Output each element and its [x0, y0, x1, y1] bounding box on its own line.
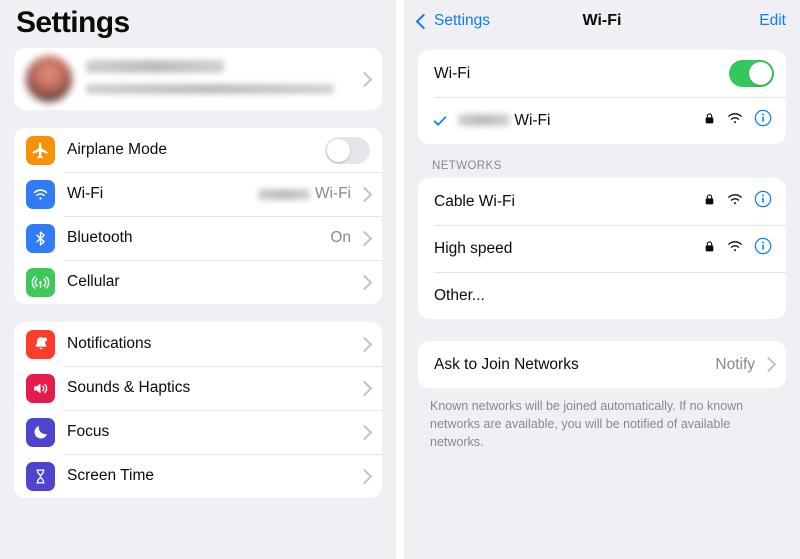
lock-icon [703, 111, 716, 131]
bell-icon [26, 329, 55, 359]
chevron-right-icon [356, 230, 373, 246]
settings-row-wifi[interactable]: Wi-Fi Wi-Fi [14, 172, 382, 216]
wifi-toggle-label: Wi-Fi [434, 64, 471, 82]
checkmark-icon [432, 113, 448, 129]
chevron-right-icon [356, 186, 373, 202]
wifi-toggle[interactable] [729, 60, 774, 87]
ask-to-join-value: Notify [715, 355, 755, 373]
network-row-high-speed[interactable]: High speed [418, 225, 786, 272]
settings-row-airplane-mode[interactable]: Airplane Mode [14, 128, 382, 172]
chevron-right-icon [356, 71, 373, 87]
chevron-left-icon [415, 13, 432, 29]
connected-network-row[interactable]: Wi-Fi [418, 97, 786, 144]
hourglass-icon [26, 461, 55, 491]
settings-row-sounds-haptics[interactable]: Sounds & Haptics [14, 366, 382, 410]
back-button-label: Settings [434, 12, 491, 29]
toggle-knob [327, 138, 350, 162]
network-row-cable-wifi[interactable]: Cable Wi-Fi [418, 178, 786, 225]
settings-row-label: Cellular [67, 273, 120, 290]
settings-row-label: Wi-Fi [67, 185, 104, 202]
settings-row-cellular[interactable]: Cellular [14, 260, 382, 304]
wifi-toggle-row[interactable]: Wi-Fi [418, 50, 786, 97]
airplane-mode-toggle[interactable] [325, 136, 370, 164]
chevron-right-icon [760, 356, 777, 373]
edit-button[interactable]: Edit [759, 12, 786, 30]
chevron-right-icon [356, 468, 373, 484]
settings-row-screen-time[interactable]: Screen Time [14, 454, 382, 498]
moon-icon [26, 417, 55, 447]
network-trailing-icons [703, 190, 772, 213]
chevron-right-icon [356, 336, 373, 352]
wifi-current-network: Wi-Fi [257, 185, 351, 203]
settings-row-label: Airplane Mode [67, 141, 167, 158]
settings-group-system: Notifications Sounds & Haptics Focus Scr… [14, 322, 382, 498]
back-button[interactable]: Settings [415, 12, 491, 30]
navigation-bar: Settings Wi-Fi Edit [404, 0, 800, 42]
wifi-status-group: Wi-Fi Wi-Fi [418, 50, 786, 144]
airplane-icon [26, 135, 55, 165]
profile-subtitle-redacted [86, 83, 334, 94]
wifi-value-suffix: Wi-Fi [314, 185, 351, 202]
wifi-signal-icon [727, 240, 743, 258]
settings-row-focus[interactable]: Focus [14, 410, 382, 454]
settings-row-notifications[interactable]: Notifications [14, 322, 382, 366]
profile-text [86, 60, 357, 98]
avatar [26, 56, 72, 102]
settings-row-label: Screen Time [67, 467, 155, 484]
ask-to-join-label: Ask to Join Networks [434, 355, 579, 373]
profile-row[interactable] [14, 48, 382, 110]
bluetooth-icon [26, 223, 55, 253]
chevron-right-icon [356, 274, 373, 290]
network-row-other[interactable]: Other... [418, 272, 786, 319]
network-name: Other... [434, 286, 485, 304]
panel-divider [396, 0, 404, 559]
network-trailing-icons [703, 109, 772, 132]
network-name-redacted [458, 114, 510, 127]
toggle-knob [749, 62, 772, 85]
lock-icon [703, 239, 716, 259]
wifi-screen: Settings Wi-Fi Edit Wi-Fi Wi-Fi NETWORKS… [404, 0, 800, 559]
settings-row-label: Notifications [67, 335, 152, 352]
settings-row-label: Sounds & Haptics [67, 379, 191, 396]
ask-to-join-group: Ask to Join Networks Notify [418, 341, 786, 388]
connected-network-name: Wi-Fi [458, 112, 703, 130]
info-icon[interactable] [754, 237, 772, 260]
chevron-right-icon [356, 380, 373, 396]
networks-section-header: NETWORKS [432, 160, 502, 172]
settings-row-label: Focus [67, 423, 110, 440]
settings-screen: Settings Airplane Mode Wi-Fi Wi-Fi Bluet… [0, 0, 396, 559]
lock-icon [703, 192, 716, 212]
page-title: Settings [16, 6, 130, 39]
speaker-icon [26, 373, 55, 403]
network-trailing-icons [703, 237, 772, 260]
settings-group-connectivity: Airplane Mode Wi-Fi Wi-Fi Bluetooth On C… [14, 128, 382, 304]
network-name: Cable Wi-Fi [434, 192, 515, 210]
settings-row-bluetooth[interactable]: Bluetooth On [14, 216, 382, 260]
network-name-suffix: Wi-Fi [514, 111, 551, 129]
ask-to-join-footer: Known networks will be joined automatica… [430, 399, 744, 449]
bluetooth-state: On [330, 229, 351, 246]
network-name-redacted [257, 188, 310, 200]
ask-to-join-row[interactable]: Ask to Join Networks Notify [418, 341, 786, 388]
wifi-icon [26, 179, 55, 209]
dual-screenshot: Settings Airplane Mode Wi-Fi Wi-Fi Bluet… [0, 0, 800, 559]
network-name: High speed [434, 239, 513, 257]
available-networks-group: Cable Wi-Fi High speed Other... [418, 178, 786, 319]
cellular-icon [26, 267, 55, 297]
wifi-signal-icon [727, 193, 743, 211]
info-icon[interactable] [754, 190, 772, 213]
chevron-right-icon [356, 424, 373, 440]
wifi-signal-icon [727, 112, 743, 130]
info-icon[interactable] [754, 109, 772, 132]
settings-row-label: Bluetooth [67, 229, 133, 246]
profile-name-redacted [86, 60, 224, 73]
